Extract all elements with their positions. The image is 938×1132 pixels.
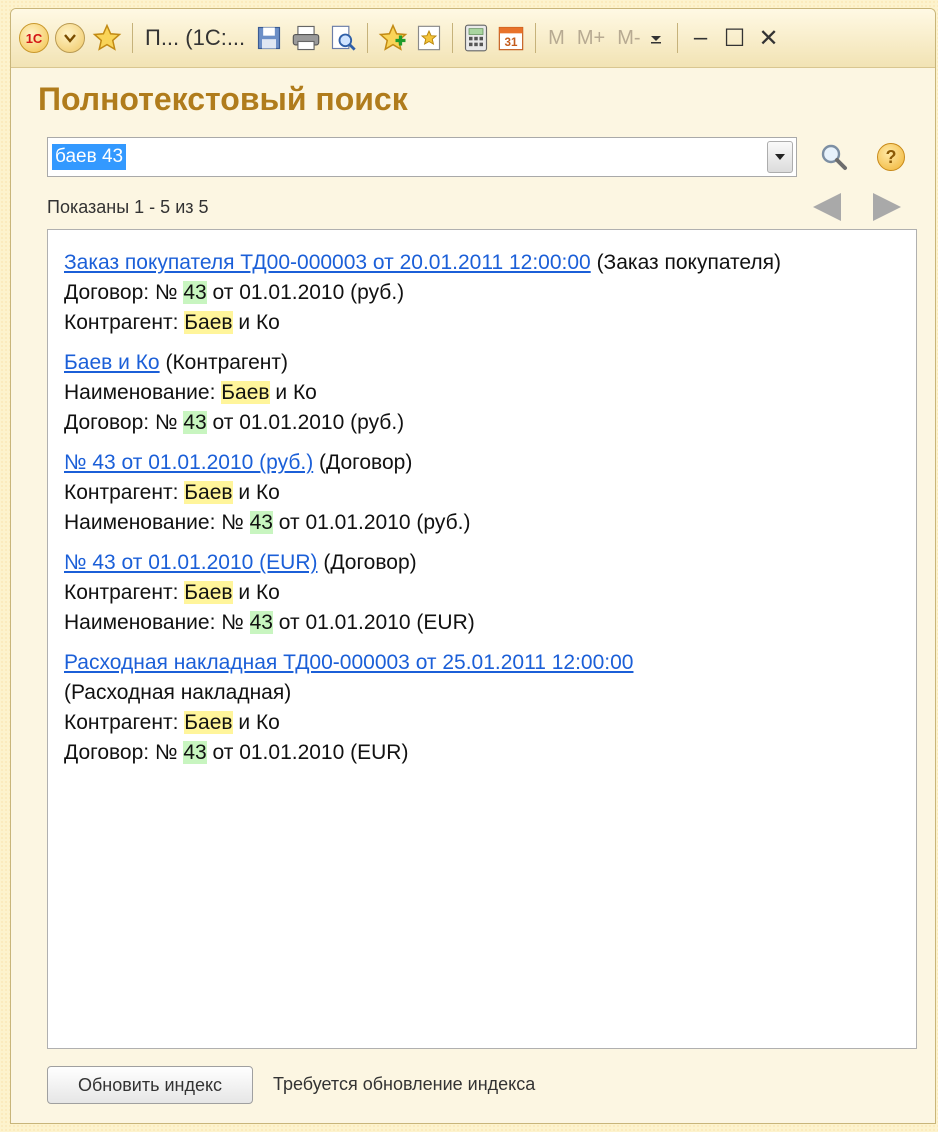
result-type: (Договор) (323, 551, 417, 574)
result-line-label: Наименование: № (64, 511, 250, 534)
result-line-label: Договор: № (64, 741, 184, 764)
result-link[interactable]: Расходная накладная ТД00-000003 от 25.01… (64, 651, 633, 674)
match-highlight: Баев (184, 711, 233, 734)
previous-page-icon[interactable] (809, 189, 845, 225)
match-highlight: 43 (183, 411, 207, 434)
result-line-rest: от 01.01.2010 (руб.) (206, 411, 405, 434)
result-type: (Заказ покупателя) (596, 251, 782, 274)
result-line: Контрагент: Баев и Ко (64, 308, 900, 338)
calendar-icon[interactable]: 31 (497, 24, 525, 52)
toolbar-separator (367, 23, 369, 53)
match-highlight: 43 (249, 511, 273, 534)
result-line-label: Контрагент: (64, 481, 185, 504)
result-line-rest: и Ко (269, 381, 317, 404)
search-icon[interactable] (819, 142, 849, 172)
result-link[interactable]: Заказ покупателя ТД00-000003 от 20.01.20… (64, 251, 591, 274)
result-line: Договор: № 43 от 01.01.2010 (руб.) (64, 278, 900, 308)
result-line-rest: от 01.01.2010 (EUR) (272, 611, 475, 634)
toolbar-dropdown-icon[interactable] (649, 31, 663, 45)
menu-dropdown-icon[interactable] (55, 23, 85, 53)
result-header: Заказ покупателя ТД00-000003 от 20.01.20… (64, 248, 900, 278)
result-line-label: Контрагент: (64, 711, 185, 734)
search-result: Расходная накладная ТД00-000003 от 25.01… (64, 648, 900, 768)
print-icon[interactable] (291, 24, 321, 52)
match-highlight: Баев (184, 481, 233, 504)
result-line-label: Наименование: (64, 381, 222, 404)
result-line-rest: от 01.01.2010 (руб.) (206, 281, 405, 304)
result-line-rest: и Ко (232, 481, 280, 504)
print-preview-icon[interactable] (329, 24, 357, 52)
result-line: Наименование: № 43 от 01.01.2010 (руб.) (64, 508, 900, 538)
result-header: № 43 от 01.01.2010 (EUR) (Договор) (64, 548, 900, 578)
app-window: 1С П... (1С:... 31 M M+ M- – ☐ ✕ Полноте… (10, 8, 936, 1124)
result-line: Наименование: № 43 от 01.01.2010 (EUR) (64, 608, 900, 638)
result-type: (Договор) (319, 451, 413, 474)
toolbar-separator (132, 23, 133, 53)
result-type: (Контрагент) (165, 351, 289, 374)
results-count: Показаны 1 - 5 из 5 (47, 197, 209, 217)
bookmark-icon[interactable] (416, 24, 442, 52)
minimize-icon[interactable]: – (684, 24, 718, 52)
search-result: Заказ покупателя ТД00-000003 от 20.01.20… (64, 248, 900, 338)
toolbar-separator (535, 23, 537, 53)
title-bar: 1С П... (1С:... 31 M M+ M- – ☐ ✕ (11, 9, 935, 68)
result-line-rest: и Ко (232, 581, 280, 604)
search-result: № 43 от 01.01.2010 (руб.) (Договор) Конт… (64, 448, 900, 538)
chevron-down-icon (775, 154, 785, 160)
1c-logo-icon[interactable]: 1С (19, 23, 49, 53)
result-line-label: Договор: № (64, 411, 184, 434)
search-result: Баев и Ко (Контрагент) Наименование: Бае… (64, 348, 900, 438)
result-line-label: Договор: № (64, 281, 184, 304)
result-header: № 43 от 01.01.2010 (руб.) (Договор) (64, 448, 900, 478)
result-line-rest: от 01.01.2010 (руб.) (272, 511, 471, 534)
save-icon[interactable] (255, 24, 283, 52)
window-title: П... (1С:... (145, 25, 246, 50)
toolbar-separator (676, 23, 678, 53)
search-result: № 43 от 01.01.2010 (EUR) (Договор) Контр… (64, 548, 900, 638)
result-line-label: Контрагент: (64, 311, 185, 334)
result-line: Контрагент: Баев и Ко (64, 478, 900, 508)
match-highlight: 43 (183, 281, 207, 304)
memory-m-minus-button[interactable]: M- (617, 27, 640, 50)
match-highlight: Баев (184, 311, 233, 334)
result-header: Баев и Ко (Контрагент) (64, 348, 900, 378)
favorite-star-icon[interactable] (92, 23, 122, 53)
match-highlight: Баев (221, 381, 270, 404)
match-highlight: 43 (183, 741, 207, 764)
result-line: Контрагент: Баев и Ко (64, 708, 900, 738)
result-line: Договор: № 43 от 01.01.2010 (EUR) (64, 738, 900, 768)
result-line: Наименование: Баев и Ко (64, 378, 900, 408)
memory-m-button[interactable]: M (548, 27, 565, 50)
close-icon[interactable]: ✕ (752, 24, 786, 53)
svg-text:31: 31 (505, 36, 518, 49)
page-title: Полнотекстовый поиск (38, 81, 408, 117)
result-link[interactable]: Баев и Ко (64, 351, 160, 374)
search-history-dropdown-button[interactable] (767, 141, 793, 173)
calculator-icon[interactable] (463, 24, 489, 52)
search-input[interactable]: баев 43 (47, 137, 797, 177)
memory-m-plus-button[interactable]: M+ (577, 27, 605, 50)
next-page-icon[interactable] (869, 189, 905, 225)
result-line-rest: от 01.01.2010 (EUR) (206, 741, 409, 764)
maximize-icon[interactable]: ☐ (718, 24, 752, 53)
update-index-button[interactable]: Обновить индекс (47, 1066, 253, 1104)
help-icon[interactable]: ? (877, 143, 905, 171)
search-results-panel: Заказ покупателя ТД00-000003 от 20.01.20… (47, 229, 917, 1049)
add-to-favorites-icon[interactable] (378, 23, 408, 53)
search-input-value[interactable]: баев 43 (52, 144, 127, 170)
result-link[interactable]: № 43 от 01.01.2010 (EUR) (64, 551, 318, 574)
result-line-rest: и Ко (232, 711, 280, 734)
index-status-text: Требуется обновление индекса (273, 1074, 536, 1094)
result-line: Контрагент: Баев и Ко (64, 578, 900, 608)
result-line-label: Контрагент: (64, 581, 185, 604)
result-line: Договор: № 43 от 01.01.2010 (руб.) (64, 408, 900, 438)
result-link[interactable]: № 43 от 01.01.2010 (руб.) (64, 451, 313, 474)
match-highlight: Баев (184, 581, 233, 604)
result-type: (Расходная накладная) (64, 681, 292, 704)
result-line-label: Наименование: № (64, 611, 250, 634)
result-line-rest: и Ко (232, 311, 280, 334)
match-highlight: 43 (249, 611, 273, 634)
result-header: Расходная накладная ТД00-000003 от 25.01… (64, 648, 684, 708)
toolbar-separator (452, 23, 454, 53)
